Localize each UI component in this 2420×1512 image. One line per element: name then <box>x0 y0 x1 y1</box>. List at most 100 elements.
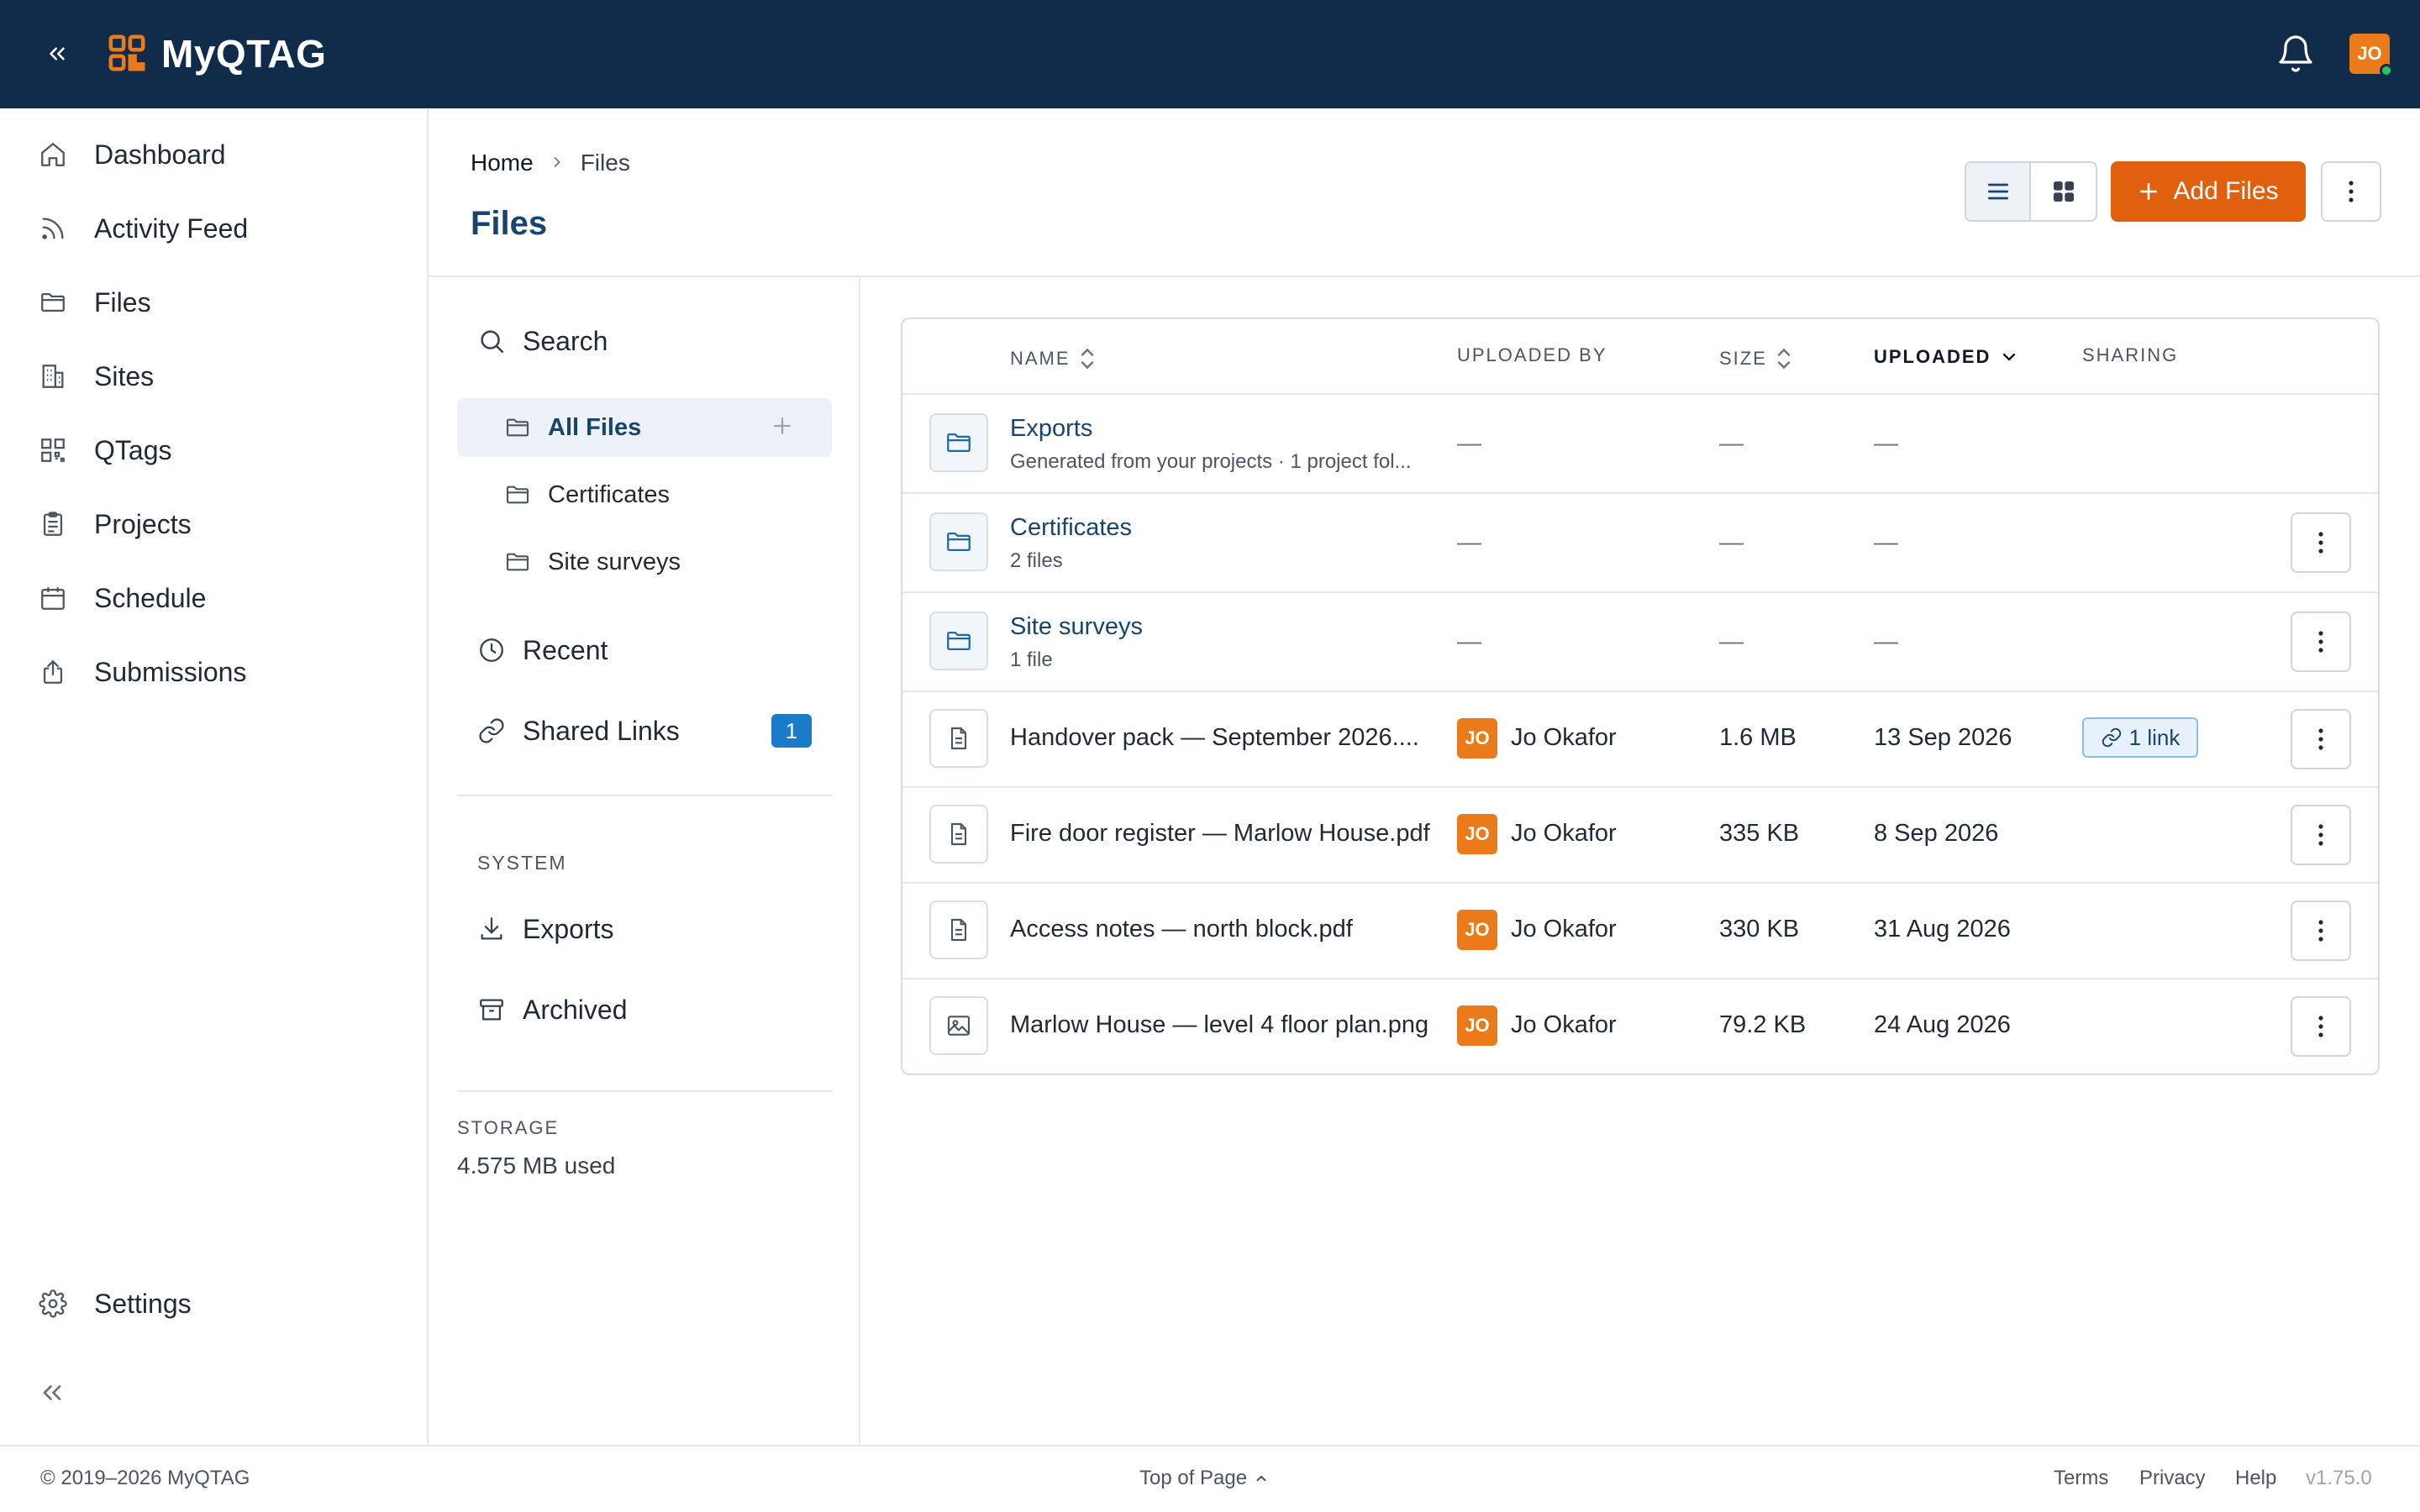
add-folder-button[interactable] <box>770 413 812 445</box>
files-search[interactable]: Search <box>477 324 608 358</box>
bell-icon <box>2279 35 2312 72</box>
recent-label: Recent <box>523 634 608 665</box>
row-divider <box>902 882 2378 884</box>
nav-item-label: Activity Feed <box>94 213 249 244</box>
uploaded-cell: — <box>1874 529 1898 556</box>
file-name-link[interactable]: Handover pack — September 2026.... <box>1010 724 1419 752</box>
folder-name-link[interactable]: Site surveys <box>1010 613 1143 641</box>
sort-icon <box>1777 348 1791 370</box>
nav-item-projects[interactable]: Projects <box>37 499 407 549</box>
folder-all-files[interactable]: All Files <box>457 398 832 457</box>
folder-name-link[interactable]: Certificates <box>1010 514 1132 542</box>
nav-item-dashboard[interactable]: Dashboard <box>37 129 407 180</box>
nav-item-submissions[interactable]: Submissions <box>37 647 407 697</box>
row-actions-button[interactable] <box>2291 805 2351 865</box>
folder-site-surveys[interactable]: Site surveys <box>457 533 832 591</box>
archive-icon <box>480 999 503 1021</box>
folder-certificates[interactable]: Certificates <box>457 465 832 524</box>
notifications-button[interactable] <box>2275 32 2316 76</box>
folder-icon <box>37 286 69 318</box>
plus-icon <box>774 417 791 434</box>
row-actions-button[interactable] <box>2291 996 2351 1057</box>
kebab-icon <box>2349 181 2354 202</box>
nav-item-qtags[interactable]: QTags <box>37 425 407 475</box>
file-name-link[interactable]: Access notes — north block.pdf <box>1010 916 1353 943</box>
nav-item-label: Projects <box>94 508 192 539</box>
copyright: © 2019–2026 MyQTAG <box>40 1467 250 1489</box>
rss-icon <box>37 213 69 244</box>
uploaded-cell: — <box>1874 628 1898 655</box>
folder-detail: Generated from your projects · 1 project… <box>1010 450 1412 473</box>
kebab-icon <box>2318 728 2323 750</box>
footer-link-help[interactable]: Help <box>2235 1467 2276 1490</box>
download-icon <box>481 917 502 940</box>
column-header-uploaded[interactable]: UPLOADED <box>1874 346 2019 368</box>
nav-item-label: Submissions <box>94 656 247 687</box>
collapse-sidebar-button[interactable] <box>37 34 77 74</box>
row-actions-button[interactable] <box>2291 709 2351 769</box>
file-name-link[interactable]: Fire door register — Marlow House.pdf <box>1010 820 1430 848</box>
footer-link-terms[interactable]: Terms <box>2054 1467 2108 1490</box>
file-name-link[interactable]: Marlow House — level 4 floor plan.png <box>1010 1011 1428 1039</box>
column-header-name[interactable]: NAME <box>1010 346 1096 371</box>
nav-item-schedule[interactable]: Schedule <box>37 573 407 623</box>
folder-name-link[interactable]: Exports <box>1010 415 1092 443</box>
list-view-button[interactable] <box>1966 163 2032 220</box>
sharing-link-badge[interactable]: 1 link <box>2082 717 2198 758</box>
breadcrumb-home-link[interactable]: Home <box>471 150 534 176</box>
list-icon <box>1987 183 2008 200</box>
row-actions-button[interactable] <box>2291 900 2351 961</box>
calendar-icon <box>37 582 69 614</box>
row-divider <box>902 690 2378 692</box>
column-header-uploaded-by: UPLOADED BY <box>1457 344 1607 366</box>
add-files-button[interactable]: Add Files <box>2111 161 2306 222</box>
footer-link-privacy[interactable]: Privacy <box>2139 1467 2206 1490</box>
column-label: UPLOADED <box>1874 346 1991 367</box>
nav-item-label: QTags <box>94 434 172 465</box>
nav-item-sites[interactable]: Sites <box>37 351 407 402</box>
row-actions-button[interactable] <box>2291 512 2351 573</box>
online-status-dot <box>2380 64 2393 77</box>
file-row-icon <box>929 900 988 959</box>
link-icon <box>2102 727 2121 748</box>
divider <box>457 795 832 796</box>
file-row-icon <box>929 805 988 864</box>
uploaded-by-cell: — <box>1457 430 1481 457</box>
storage-used: 4.575 MB used <box>457 1152 616 1179</box>
size-cell: 79.2 KB <box>1719 1011 1807 1038</box>
row-divider <box>902 492 2378 494</box>
uploaded-cell: 13 Sep 2026 <box>1874 724 2012 751</box>
chevron-right-icon <box>549 150 566 176</box>
more-options-button[interactable] <box>2321 161 2381 222</box>
files-archived[interactable]: Archived <box>477 993 628 1026</box>
files-table <box>901 318 2380 1075</box>
view-toggle <box>1965 161 2097 222</box>
logo-icon[interactable] <box>108 34 146 72</box>
files-recent[interactable]: Recent <box>477 633 608 667</box>
uploader-name: Jo Okafor <box>1511 820 1617 847</box>
collapse-sidebar-bottom-button[interactable] <box>37 1378 71 1411</box>
document-icon <box>950 727 967 750</box>
grid-view-button[interactable] <box>2031 163 2096 220</box>
document-icon <box>950 918 967 942</box>
files-shared-links[interactable]: Shared Links <box>477 714 680 748</box>
column-header-size[interactable]: SIZE <box>1719 346 1792 371</box>
app-version: v1.75.0 <box>2306 1467 2372 1489</box>
files-exports[interactable]: Exports <box>477 912 613 946</box>
nav-item-settings[interactable]: Settings <box>37 1278 407 1329</box>
folder-icon <box>947 532 971 552</box>
app-title[interactable]: MyQTAG <box>161 32 326 76</box>
top-of-page-link[interactable]: Top of Page <box>1139 1467 1269 1490</box>
qr-icon <box>37 434 69 466</box>
nav-item-files[interactable]: Files <box>37 277 407 328</box>
size-cell: 330 KB <box>1719 916 1800 942</box>
add-files-label: Add Files <box>2173 177 2279 205</box>
system-heading: SYSTEM <box>477 852 567 874</box>
row-actions-button[interactable] <box>2291 612 2351 672</box>
kebab-icon <box>2318 920 2323 942</box>
size-cell: — <box>1719 430 1744 457</box>
folder-row-icon <box>929 413 988 472</box>
nav-item-activity-feed[interactable]: Activity Feed <box>37 203 407 254</box>
grid-icon <box>2053 181 2074 202</box>
folder-detail: 1 file <box>1010 648 1053 671</box>
